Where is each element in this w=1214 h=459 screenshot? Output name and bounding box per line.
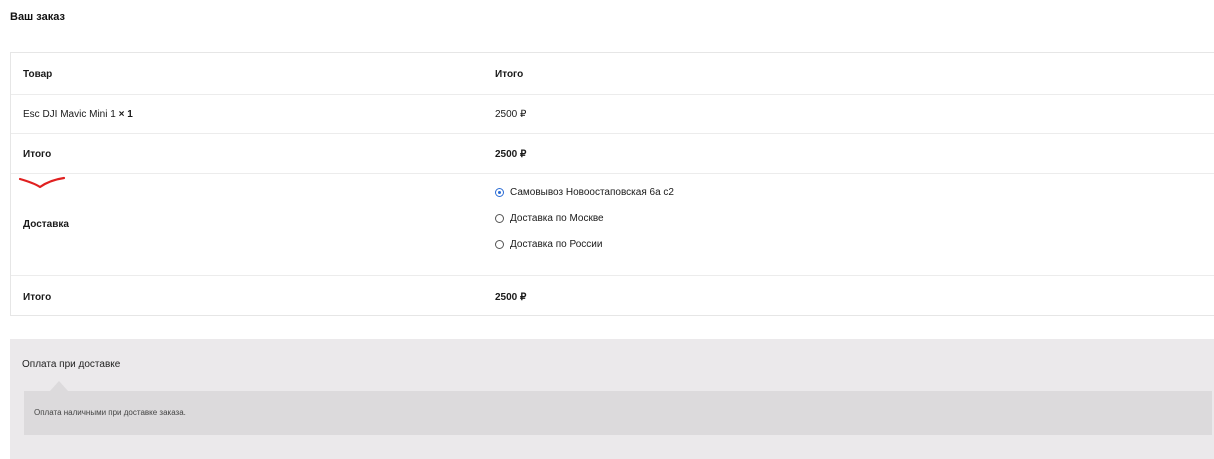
item-name: Esc DJI Mavic Mini 1 xyxy=(23,109,116,120)
radio-icon[interactable] xyxy=(495,214,504,223)
shipping-option-label: Самовывоз Новоостаповская 6а с2 xyxy=(510,187,674,198)
checkout-order-review: Ваш заказ Товар Итого Esc DJI Mavic Mini… xyxy=(0,0,1214,459)
item-qty: × 1 xyxy=(118,109,133,120)
item-price: 2500 ₽ xyxy=(495,109,527,120)
total-value: 2500 ₽ xyxy=(495,292,527,303)
order-heading: Ваш заказ xyxy=(10,11,65,23)
subtotal-label: Итого xyxy=(23,149,52,160)
shipping-options: Самовывоз Новоостаповская 6а с2 Доставка… xyxy=(495,186,674,264)
shipping-row: Доставка Самовывоз Новоостаповская 6а с2… xyxy=(11,174,1214,276)
red-checkmark-annotation xyxy=(18,176,66,189)
shipping-option-pickup[interactable]: Самовывоз Новоостаповская 6а с2 xyxy=(495,186,674,199)
header-total: Итого xyxy=(495,69,524,80)
radio-icon[interactable] xyxy=(495,240,504,249)
total-row: Итого 2500 ₽ xyxy=(11,276,1214,317)
subtotal-value: 2500 ₽ xyxy=(495,149,527,160)
item-cell: Esc DJI Mavic Mini 1 × 1 xyxy=(23,109,133,120)
shipping-label: Доставка xyxy=(23,219,69,230)
payment-method-label[interactable]: Оплата при доставке xyxy=(22,359,120,370)
subtotal-row: Итого 2500 ₽ xyxy=(11,134,1214,174)
payment-section: Оплата при доставке Оплата наличными при… xyxy=(10,339,1214,459)
shipping-option-label: Доставка по Москве xyxy=(510,213,604,224)
radio-checked-icon[interactable] xyxy=(495,188,504,197)
shipping-option-moscow[interactable]: Доставка по Москве xyxy=(495,212,674,225)
table-header-row: Товар Итого xyxy=(11,53,1214,95)
header-product: Товар xyxy=(23,69,53,80)
table-row: Esc DJI Mavic Mini 1 × 1 2500 ₽ xyxy=(11,95,1214,134)
payment-description-box: Оплата наличными при доставке заказа. xyxy=(24,391,1212,435)
payment-description: Оплата наличными при доставке заказа. xyxy=(34,408,186,417)
shipping-option-russia[interactable]: Доставка по России xyxy=(495,238,674,251)
shipping-option-label: Доставка по России xyxy=(510,239,603,250)
total-label: Итого xyxy=(23,292,52,303)
order-table: Товар Итого Esc DJI Mavic Mini 1 × 1 250… xyxy=(10,52,1214,316)
payment-box-pointer xyxy=(50,381,68,391)
